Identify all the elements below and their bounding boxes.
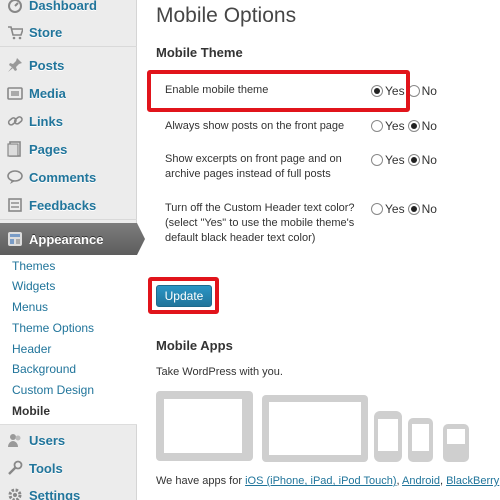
sidebar-item-label: Tools [29,460,63,476]
sidebar-item-users[interactable]: Users [0,426,137,454]
submenu-item-widgets[interactable]: Widgets [12,279,55,293]
submenu-item-themes[interactable]: Themes [12,259,55,273]
tablet-portrait-icon [262,395,368,462]
radio-yes[interactable] [371,120,383,132]
sidebar-item-label: Store [29,24,63,40]
radio-no-label: No [421,153,437,167]
sidebar-item-settings[interactable]: Settings [0,481,137,500]
link-icon [7,113,23,129]
radio-yes-label: Yes [385,119,405,133]
radio-yes[interactable] [371,203,383,215]
sidebar-item-comments[interactable]: Comments [0,163,137,191]
radio-no-label: No [421,84,437,98]
option-label-show-excerpts: Show excerpts on front page and on archi… [165,153,342,180]
sidebar-item-label: Users [29,432,66,448]
radio-group-show-excerpts: Yes No [371,153,437,167]
apps-footer: We have apps for iOS (iPhone, iPad, iPod… [156,475,499,487]
sidebar-item-label: Media [29,85,66,101]
radio-no[interactable] [407,120,420,132]
radio-no[interactable] [407,154,420,166]
menu-separator [0,46,137,47]
submenu-item-custom-design[interactable]: Custom Design [12,383,94,397]
radio-yes[interactable] [371,154,383,166]
sidebar-item-label: Settings [29,487,81,500]
radio-no-label: No [421,202,437,216]
blackberry-icon [443,424,469,462]
sidebar-item-feedbacks[interactable]: Feedbacks [0,191,137,219]
sidebar-item-pages[interactable]: Pages [0,135,137,163]
highlight-enable-mobile-theme [147,70,410,112]
radio-group-custom-header-color: Yes No [371,202,437,216]
page-title: Mobile Options [156,4,297,27]
media-icon [7,85,23,101]
menu-separator [0,219,137,220]
apps-description: Take WordPress with you. [156,366,283,378]
sidebar-item-label: Appearance [29,231,104,247]
sidebar-item-appearance[interactable]: Appearance [0,223,145,255]
appearance-icon [7,231,23,247]
sidebar-item-label: Feedbacks [29,197,97,213]
sidebar-item-label: Comments [29,169,97,185]
users-icon [7,432,23,448]
submenu-item-mobile[interactable]: Mobile [12,404,50,418]
submenu-item-background[interactable]: Background [12,362,76,376]
dashboard-icon [7,0,23,13]
tablet-landscape-icon [156,391,253,461]
sidebar-item-label: Dashboard [29,0,97,13]
sidebar-item-label: Links [29,113,63,129]
radio-yes-label: Yes [385,153,405,167]
sidebar-item-dashboard[interactable]: Dashboard [0,0,137,19]
sidebar-item-links[interactable]: Links [0,107,137,135]
ios-link[interactable]: iOS (iPhone, iPad, iPod Touch) [245,475,396,487]
blackberry-link[interactable]: BlackBerry [446,475,499,487]
feedback-icon [7,197,23,213]
sidebar-item-label: Pages [29,141,68,157]
radio-yes-label: Yes [385,202,405,216]
sidebar-item-media[interactable]: Media [0,79,137,107]
apps-footer-prefix: We have apps for [156,475,246,487]
tools-icon [7,460,23,476]
pin-icon [7,57,23,73]
appearance-submenu: Themes Widgets Menus Theme Options Heade… [0,255,137,425]
submenu-item-header[interactable]: Header [12,342,51,356]
cart-icon [7,24,23,40]
sidebar-item-label: Posts [29,57,65,73]
mobile-apps-heading: Mobile Apps [156,338,233,353]
option-label-custom-header-color: Turn off the Custom Header text color? (… [165,202,355,244]
sidebar-item-tools[interactable]: Tools [0,454,137,482]
phone-icon [374,411,402,462]
update-button[interactable]: Update [156,285,212,307]
comment-icon [7,169,23,185]
settings-icon [7,487,23,500]
radio-no-label: No [421,119,437,133]
submenu-item-menus[interactable]: Menus [12,300,48,314]
pages-icon [7,141,23,157]
radio-no[interactable] [407,203,420,215]
sidebar-item-posts[interactable]: Posts [0,51,137,79]
option-label-always-show-posts: Always show posts on the front page [165,120,345,132]
phone-small-icon [408,418,433,462]
android-link[interactable]: Android [402,475,440,487]
submenu-item-theme-options[interactable]: Theme Options [12,321,94,335]
mobile-theme-heading: Mobile Theme [156,45,243,60]
radio-group-always-show-posts: Yes No [371,119,437,133]
main-content: Mobile Options Mobile Theme Enable mobil… [138,0,500,500]
sidebar-item-store[interactable]: Store [0,18,137,46]
